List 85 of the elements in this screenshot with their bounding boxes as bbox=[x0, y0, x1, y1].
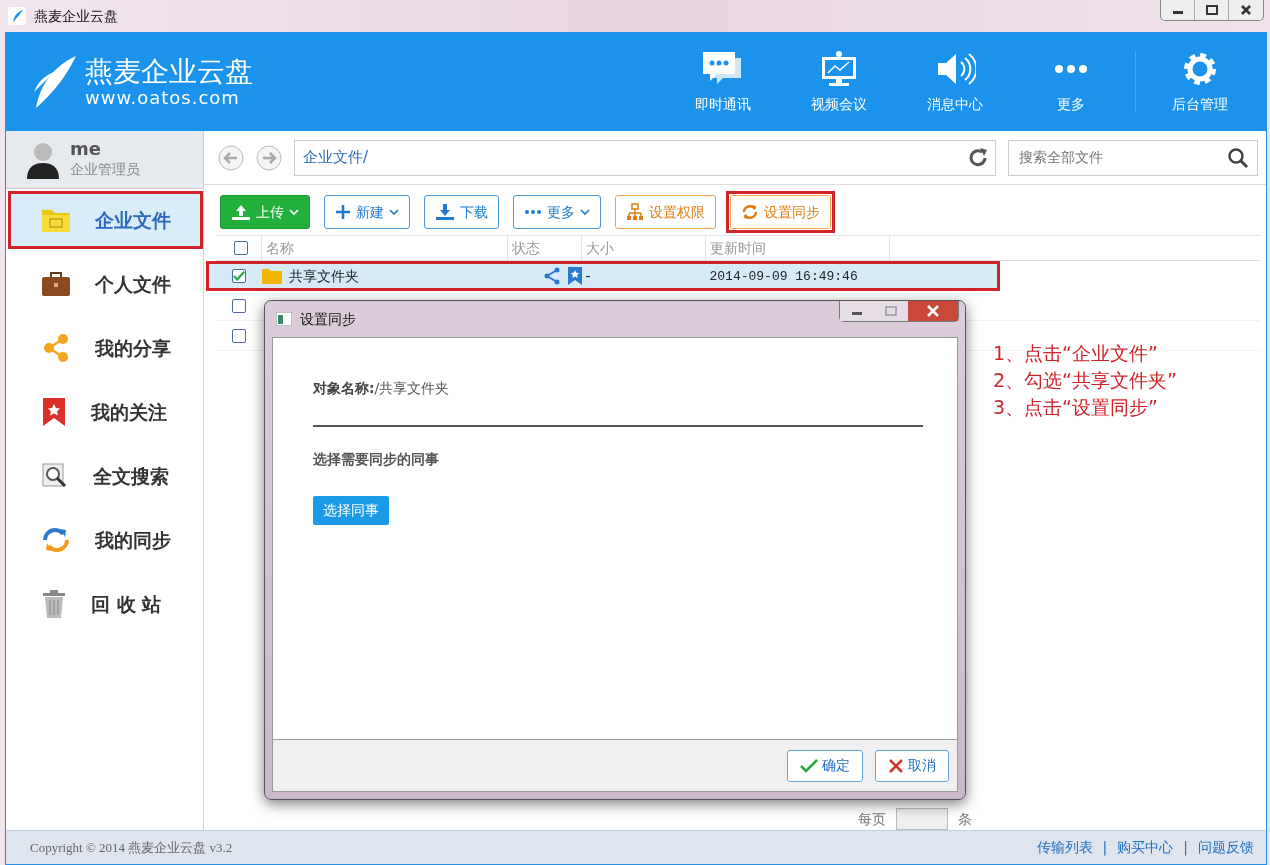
checkbox[interactable] bbox=[232, 328, 246, 343]
more-icon bbox=[524, 209, 542, 215]
dialog-title: 设置同步 bbox=[300, 309, 356, 329]
window-title: 燕麦企业云盘 bbox=[34, 6, 118, 26]
select-colleague-button[interactable]: 选择同事 bbox=[313, 496, 389, 525]
folder-icon bbox=[262, 268, 282, 284]
annotation-text: 2、勾选“共享文件夹” bbox=[993, 368, 1177, 393]
user-role: 企业管理员 bbox=[70, 160, 140, 179]
sidebar-item[interactable]: 个人文件 bbox=[8, 255, 203, 313]
sidebar-item[interactable]: 我的同步 bbox=[8, 511, 203, 569]
share-icon bbox=[41, 333, 71, 363]
cancel-button[interactable]: 取消 bbox=[875, 749, 949, 782]
toolbar-button[interactable]: 上传 bbox=[220, 195, 310, 229]
logo-url: www.oatos.com bbox=[85, 88, 241, 108]
address-bar[interactable]: 企业文件/ bbox=[294, 139, 996, 176]
upload-icon bbox=[231, 203, 251, 221]
sidebar-item[interactable]: 回 收 站 bbox=[8, 575, 203, 633]
link-separator: | bbox=[1102, 838, 1108, 858]
updated-time: 2014-09-09 16:49:46 bbox=[709, 269, 858, 285]
check-icon bbox=[233, 270, 245, 282]
search-icon bbox=[1227, 146, 1249, 169]
sidebar-item[interactable]: 我的分享 bbox=[8, 319, 203, 377]
dialog-app-icon bbox=[276, 312, 292, 326]
toolbar-button[interactable]: 下载 bbox=[424, 195, 499, 229]
annotation-text: 3、点击“设置同步” bbox=[993, 395, 1159, 420]
toolbar-button[interactable]: 更多 bbox=[513, 195, 601, 229]
annotation-text: 1、点击“企业文件” bbox=[993, 341, 1159, 366]
header-nav-button[interactable]: 后台管理 bbox=[1142, 48, 1258, 116]
hierarchy-icon bbox=[626, 203, 644, 221]
refresh-button[interactable] bbox=[967, 146, 989, 169]
object-name-text: 对象名称:/共享文件夹 bbox=[313, 379, 451, 398]
file-name[interactable]: 共享文件夹 bbox=[289, 265, 359, 287]
search-box[interactable]: 搜索全部文件 bbox=[1008, 139, 1258, 176]
close-button[interactable] bbox=[908, 301, 958, 321]
checkbox[interactable] bbox=[232, 269, 246, 283]
maximize-icon bbox=[885, 306, 897, 316]
toolbar-button[interactable]: 设置权限 bbox=[615, 195, 716, 229]
maximize-icon bbox=[1205, 5, 1218, 15]
search-icon bbox=[41, 462, 69, 490]
sidebar-item[interactable]: 全文搜索 bbox=[8, 447, 203, 505]
sync-icon bbox=[41, 526, 71, 554]
leaf-logo-icon bbox=[32, 54, 78, 110]
briefcase-icon bbox=[41, 271, 71, 297]
user-avatar-icon bbox=[26, 140, 60, 179]
confirm-button[interactable]: 确定 bbox=[787, 749, 863, 782]
logo-name: 燕麦企业云盘 bbox=[85, 56, 253, 88]
close-icon bbox=[888, 757, 904, 774]
header-nav-button[interactable]: 即时通讯 bbox=[665, 48, 781, 116]
toolbar-button[interactable]: 新建 bbox=[324, 195, 410, 229]
footer-link[interactable]: 传输列表 bbox=[1036, 837, 1093, 858]
column-header: 大小 bbox=[586, 238, 614, 258]
bookmark-icon bbox=[41, 397, 67, 427]
column-header: 状态 bbox=[512, 238, 540, 258]
close-icon bbox=[1240, 5, 1252, 15]
page-size-field[interactable] bbox=[896, 808, 948, 830]
file-size: - bbox=[585, 267, 591, 284]
trash-icon bbox=[41, 589, 67, 619]
link-separator: | bbox=[1183, 838, 1188, 858]
copyright-text: Copyright © 2014 燕麦企业云盘 v3.2 bbox=[30, 838, 233, 857]
checkbox[interactable] bbox=[232, 298, 246, 313]
folder-icon bbox=[41, 207, 71, 233]
toolbar-button[interactable]: 设置同步 bbox=[730, 195, 831, 229]
per-page-label: 每页 bbox=[858, 809, 886, 829]
footer-link[interactable]: 问题反馈 bbox=[1198, 837, 1254, 858]
section-label: 选择需要同步的同事 bbox=[313, 450, 440, 469]
user-name: me bbox=[70, 139, 102, 159]
checkbox[interactable] bbox=[233, 241, 248, 255]
sidebar-item[interactable]: 我的关注 bbox=[8, 383, 203, 441]
header-nav-button[interactable]: 消息中心 bbox=[897, 48, 1013, 116]
monitor-icon bbox=[819, 49, 859, 88]
footer-link[interactable]: 购买中心 bbox=[1117, 837, 1174, 858]
minimize-button[interactable] bbox=[840, 301, 874, 321]
app-logo-icon bbox=[8, 7, 26, 25]
per-page-unit: 条 bbox=[958, 809, 972, 829]
check-icon bbox=[800, 757, 818, 774]
refresh-icon bbox=[967, 146, 989, 169]
close-icon bbox=[926, 305, 940, 317]
sync-icon bbox=[741, 203, 759, 221]
plus-icon bbox=[335, 204, 351, 220]
header-nav-button[interactable]: 视频会议 bbox=[781, 48, 897, 116]
header-nav-button[interactable]: 更多 bbox=[1013, 48, 1129, 116]
sidebar-item[interactable]: 企业文件 bbox=[8, 191, 203, 249]
download-icon bbox=[435, 203, 455, 221]
column-header: 更新时间 bbox=[710, 238, 766, 258]
column-header: 名称 bbox=[266, 238, 294, 258]
